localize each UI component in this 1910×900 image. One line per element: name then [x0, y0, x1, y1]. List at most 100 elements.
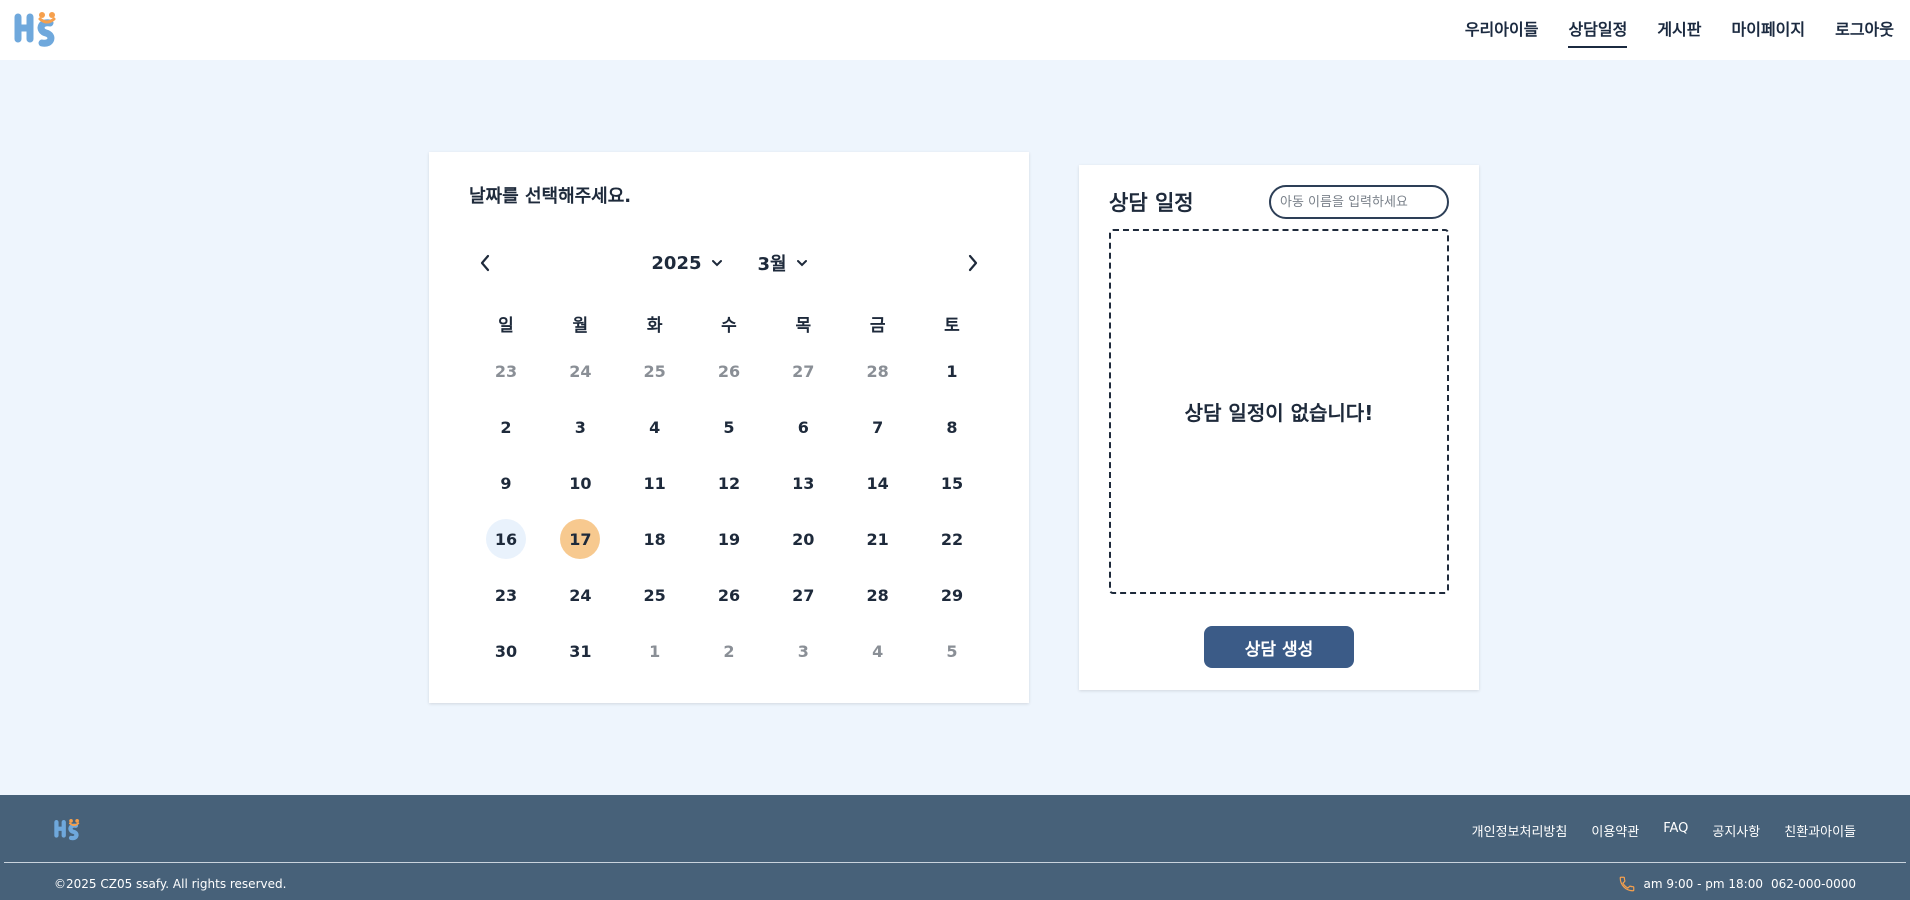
- calendar-day[interactable]: 9: [469, 455, 543, 511]
- calendar-day[interactable]: 26: [692, 567, 766, 623]
- calendar-day[interactable]: 6: [766, 399, 840, 455]
- calendar-day[interactable]: 23: [469, 343, 543, 399]
- logo[interactable]: [14, 9, 60, 51]
- create-consultation-button[interactable]: 상담 생성: [1204, 626, 1354, 668]
- child-name-search-input[interactable]: [1269, 185, 1449, 219]
- footer-link-terms[interactable]: 이용약관: [1591, 821, 1639, 840]
- calendar-day[interactable]: 26: [692, 343, 766, 399]
- calendar-day[interactable]: 18: [618, 511, 692, 567]
- calendar-day[interactable]: 4: [841, 623, 915, 679]
- calendar-day[interactable]: 5: [692, 399, 766, 455]
- calendar-day-number: 28: [866, 361, 889, 381]
- calendar-day-number: 17: [560, 519, 601, 559]
- calendar-day[interactable]: 24: [543, 343, 617, 399]
- calendar-day[interactable]: 1: [618, 623, 692, 679]
- calendar-day-today[interactable]: 16: [469, 511, 543, 567]
- nav-board[interactable]: 게시판: [1657, 12, 1701, 48]
- calendar-day-number: 25: [643, 585, 666, 605]
- calendar-day[interactable]: 22: [915, 511, 989, 567]
- calendar-day[interactable]: 1: [915, 343, 989, 399]
- calendar-day-number: 30: [494, 641, 518, 661]
- calendar-day-number: 7: [872, 417, 884, 437]
- calendar-day-number: 2: [723, 641, 735, 661]
- calendar-day-number: 1: [946, 361, 958, 381]
- calendar-day-number: 26: [717, 361, 741, 381]
- calendar-day-number: 12: [717, 473, 741, 493]
- next-month-button[interactable]: [961, 251, 985, 275]
- calendar-day[interactable]: 7: [841, 399, 915, 455]
- calendar-day-number: 22: [940, 529, 964, 549]
- year-select[interactable]: 2025: [651, 252, 722, 274]
- weekday-label: 일: [498, 315, 514, 336]
- calendar-day-number: 29: [940, 585, 964, 605]
- calendar-day[interactable]: 13: [766, 455, 840, 511]
- copyright-text: ©2025 CZ05 ssafy. All rights reserved.: [54, 877, 287, 891]
- weekday-label: 금: [869, 315, 886, 336]
- nav-mypage[interactable]: 마이페이지: [1732, 12, 1806, 48]
- calendar-day[interactable]: 27: [766, 343, 840, 399]
- calendar-day[interactable]: 8: [915, 399, 989, 455]
- calendar-day[interactable]: 21: [841, 511, 915, 567]
- calendar-day[interactable]: 28: [841, 567, 915, 623]
- calendar-day[interactable]: 3: [543, 399, 617, 455]
- calendar-day-number: 26: [717, 585, 741, 605]
- chevron-down-icon: [711, 260, 722, 267]
- calendar-day-number: 16: [486, 519, 526, 559]
- calendar-day-number: 23: [494, 361, 518, 381]
- calendar-day-number: 2: [500, 417, 512, 437]
- footer-link-privacy[interactable]: 개인정보처리방침: [1472, 821, 1568, 840]
- nav-logout[interactable]: 로그아웃: [1835, 12, 1894, 48]
- consultation-list-box: 상담 일정이 없습니다!: [1109, 229, 1449, 594]
- chevron-down-icon: [796, 260, 807, 267]
- footer: 개인정보처리방침 이용약관 FAQ 공지사항 친환과아이들 ©2025 CZ05…: [0, 795, 1910, 900]
- month-select[interactable]: 3월: [758, 250, 807, 276]
- footer-link-faq[interactable]: FAQ: [1663, 821, 1688, 840]
- calendar-day-number: 10: [569, 473, 592, 493]
- calendar-day[interactable]: 2: [469, 399, 543, 455]
- calendar-day[interactable]: 19: [692, 511, 766, 567]
- footer-logo-icon[interactable]: [54, 817, 82, 843]
- nav-consultation-schedule[interactable]: 상담일정: [1568, 12, 1627, 48]
- calendar-day[interactable]: 3: [766, 623, 840, 679]
- calendar-day-number: 24: [569, 585, 592, 605]
- calendar-day[interactable]: 29: [915, 567, 989, 623]
- footer-top: 개인정보처리방침 이용약관 FAQ 공지사항 친환과아이들: [54, 817, 1856, 843]
- day-grid: 23 24 25 26 27 28 1 2 3 4 5 6 7 8 9 10 11 12 13 14 15 16 17 18 1…: [469, 343, 989, 679]
- calendar-day[interactable]: 10: [543, 455, 617, 511]
- prev-month-button[interactable]: [473, 251, 497, 275]
- calendar-day-number: 28: [866, 585, 889, 605]
- calendar-day-number: 23: [494, 585, 518, 605]
- footer-contact: am 9:00 - pm 18:00 062-000-0000: [1618, 875, 1856, 893]
- calendar-day[interactable]: 11: [618, 455, 692, 511]
- footer-links: 개인정보처리방침 이용약관 FAQ 공지사항 친환과아이들: [1472, 821, 1856, 840]
- footer-link-notice[interactable]: 공지사항: [1712, 821, 1760, 840]
- calendar-day[interactable]: 20: [766, 511, 840, 567]
- footer-link-about[interactable]: 친환과아이들: [1784, 821, 1856, 840]
- calendar-day-number: 27: [792, 585, 815, 605]
- calendar-day[interactable]: 31: [543, 623, 617, 679]
- calendar-day-number: 25: [643, 361, 666, 381]
- calendar-day[interactable]: 25: [618, 567, 692, 623]
- calendar-day[interactable]: 2: [692, 623, 766, 679]
- calendar-day[interactable]: 14: [841, 455, 915, 511]
- nav-our-children[interactable]: 우리아이들: [1465, 12, 1539, 48]
- calendar-day[interactable]: 5: [915, 623, 989, 679]
- calendar-day[interactable]: 30: [469, 623, 543, 679]
- calendar-day-number: 4: [872, 641, 884, 661]
- calendar-day[interactable]: 12: [692, 455, 766, 511]
- calendar-day-number: 9: [500, 473, 512, 493]
- calendar-day[interactable]: 28: [841, 343, 915, 399]
- calendar-day-selected[interactable]: 17: [543, 511, 617, 567]
- calendar-day[interactable]: 24: [543, 567, 617, 623]
- calendar-day[interactable]: 25: [618, 343, 692, 399]
- calendar-day[interactable]: 27: [766, 567, 840, 623]
- year-value: 2025: [651, 252, 702, 274]
- calendar-day[interactable]: 15: [915, 455, 989, 511]
- top-header: 우리아이들 상담일정 게시판 마이페이지 로그아웃: [0, 0, 1910, 60]
- logo-icon: [14, 12, 56, 47]
- consultation-title: 상담 일정: [1109, 191, 1194, 215]
- calendar-day[interactable]: 4: [618, 399, 692, 455]
- empty-state-text: 상담 일정이 없습니다!: [1184, 401, 1374, 425]
- calendar-day[interactable]: 23: [469, 567, 543, 623]
- calendar-day-number: 15: [940, 473, 964, 493]
